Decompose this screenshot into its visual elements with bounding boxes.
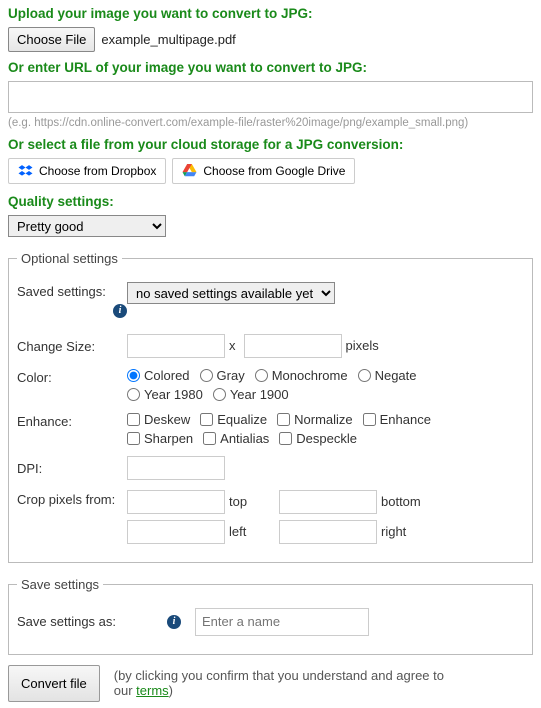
crop-label: Crop pixels from: (17, 490, 127, 507)
dpi-label: DPI: (17, 459, 127, 476)
color-radio-negate[interactable] (358, 369, 371, 382)
save-settings-label: Save settings as: (17, 614, 167, 629)
crop-top-input[interactable] (127, 490, 225, 514)
color-radio-monochrome[interactable] (255, 369, 268, 382)
crop-left-label: left (229, 524, 271, 539)
size-separator: x (229, 338, 236, 353)
url-heading: Or enter URL of your image you want to c… (8, 60, 533, 75)
crop-bottom-input[interactable] (279, 490, 377, 514)
saved-settings-label: Saved settings: (17, 284, 106, 299)
enhance-check-equalize[interactable] (200, 413, 213, 426)
crop-right-input[interactable] (279, 520, 377, 544)
dropbox-button-label: Choose from Dropbox (39, 164, 156, 178)
convert-file-button[interactable]: Convert file (8, 665, 100, 702)
color-radio-gray[interactable] (200, 369, 213, 382)
crop-left-input[interactable] (127, 520, 225, 544)
enhance-check-despeckle[interactable] (279, 432, 292, 445)
upload-heading: Upload your image you want to convert to… (8, 6, 533, 21)
choose-file-button[interactable]: Choose File (8, 27, 95, 52)
crop-top-label: top (229, 494, 271, 509)
gdrive-button[interactable]: Choose from Google Drive (172, 158, 355, 184)
quality-select[interactable]: Pretty good (8, 215, 166, 237)
google-drive-icon (182, 164, 197, 178)
dpi-input[interactable] (127, 456, 225, 480)
gdrive-button-label: Choose from Google Drive (203, 164, 345, 178)
dropbox-icon (18, 164, 33, 178)
save-settings-fieldset: Save settings Save settings as: i (8, 577, 533, 655)
enhance-check-antialias[interactable] (203, 432, 216, 445)
cloud-heading: Or select a file from your cloud storage… (8, 137, 533, 152)
optional-settings-legend: Optional settings (17, 251, 122, 266)
enhance-label: Enhance: (17, 412, 127, 429)
height-input[interactable] (244, 334, 342, 358)
save-settings-legend: Save settings (17, 577, 103, 592)
change-size-label: Change Size: (17, 337, 127, 354)
disclaimer-text: (by clicking you confirm that you unders… (114, 668, 454, 698)
save-settings-input[interactable] (195, 608, 369, 636)
info-icon[interactable]: i (113, 304, 127, 318)
crop-right-label: right (381, 524, 406, 539)
enhance-check-enhance[interactable] (363, 413, 376, 426)
enhance-check-normalize[interactable] (277, 413, 290, 426)
enhance-check-deskew[interactable] (127, 413, 140, 426)
saved-settings-select[interactable]: no saved settings available yet (127, 282, 335, 304)
info-icon[interactable]: i (167, 615, 181, 629)
terms-link[interactable]: terms (136, 683, 169, 698)
enhance-check-sharpen[interactable] (127, 432, 140, 445)
crop-bottom-label: bottom (381, 494, 421, 509)
url-input[interactable] (8, 81, 533, 113)
color-radio-year1900[interactable] (213, 388, 226, 401)
url-hint: (e.g. https://cdn.online-convert.com/exa… (8, 117, 533, 129)
enhance-check-group: Deskew Equalize Normalize Enhance Sharpe… (127, 412, 487, 446)
width-input[interactable] (127, 334, 225, 358)
color-radio-year1980[interactable] (127, 388, 140, 401)
size-unit: pixels (346, 338, 379, 353)
quality-heading: Quality settings: (8, 194, 533, 209)
optional-settings-fieldset: Optional settings Saved settings: i no s… (8, 251, 533, 563)
color-radio-group: Colored Gray Monochrome Negate Year 1980… (127, 368, 487, 402)
selected-file-name: example_multipage.pdf (101, 32, 235, 47)
dropbox-button[interactable]: Choose from Dropbox (8, 158, 166, 184)
color-radio-colored[interactable] (127, 369, 140, 382)
color-label: Color: (17, 368, 127, 385)
